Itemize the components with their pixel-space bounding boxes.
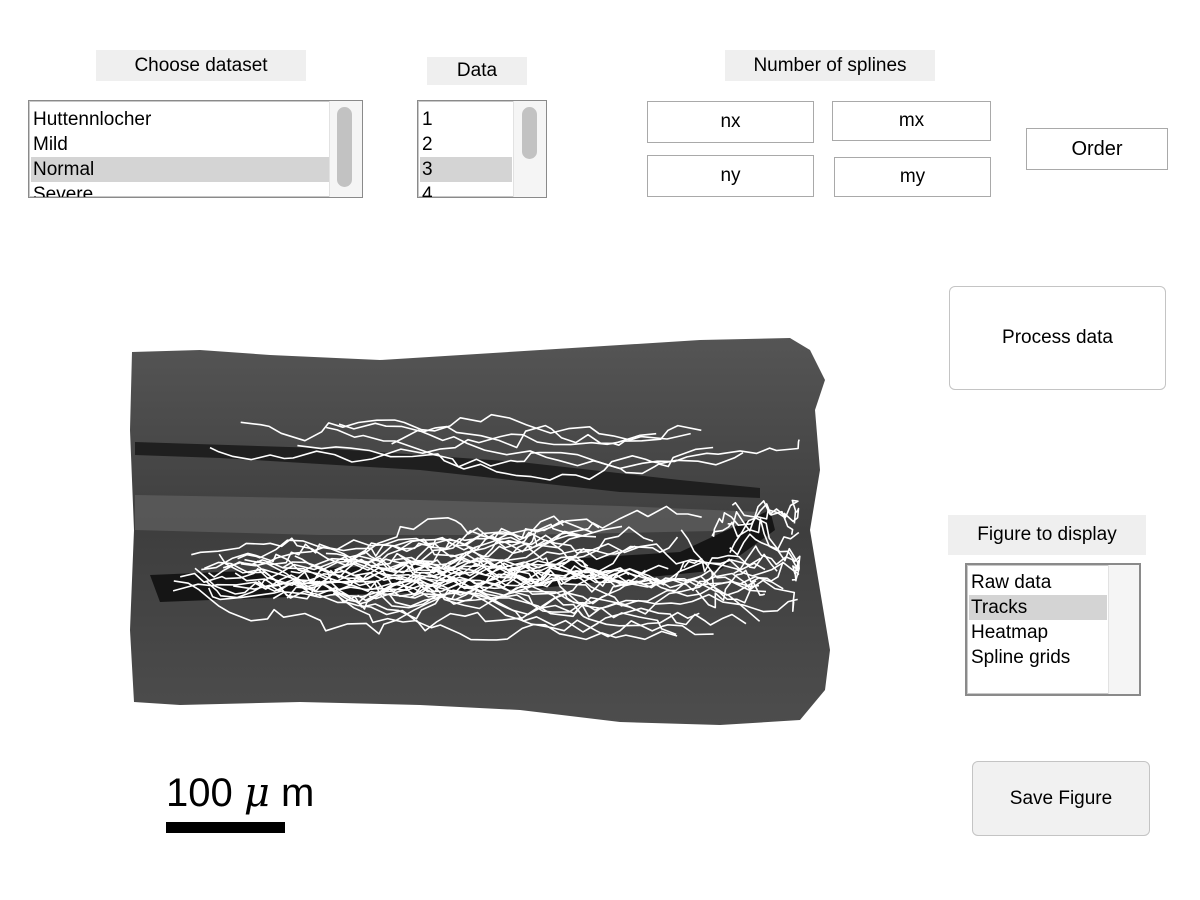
dataset-scrollbar-thumb[interactable]	[337, 107, 352, 187]
figure-item-raw-data[interactable]: Raw data	[969, 570, 1107, 595]
figure-item-spline-grids[interactable]: Spline grids	[969, 645, 1107, 670]
data-label: Data	[427, 57, 527, 85]
figure-item-heatmap[interactable]: Heatmap	[969, 620, 1107, 645]
data-listbox[interactable]: 1 2 3 4	[417, 100, 547, 198]
data-scrollbar[interactable]	[513, 101, 546, 197]
data-items: 1 2 3 4	[420, 107, 512, 197]
number-of-splines-label: Number of splines	[725, 50, 935, 81]
dataset-item-huttennlocher[interactable]: Huttennlocher	[31, 107, 340, 132]
data-scrollbar-thumb[interactable]	[522, 107, 537, 159]
scale-bar	[166, 822, 285, 833]
data-item-2[interactable]: 2	[420, 132, 512, 157]
scale-unit: m	[281, 771, 315, 815]
data-item-3[interactable]: 3	[420, 157, 512, 182]
process-data-button[interactable]: Process data	[949, 286, 1166, 390]
mx-field[interactable]: mx	[832, 101, 991, 141]
scale-bar-label: 100 μ m	[166, 770, 314, 816]
figure-items: Raw data Tracks Heatmap Spline grids	[969, 570, 1107, 670]
figure-scrollbar[interactable]	[1108, 565, 1139, 694]
order-field[interactable]: Order	[1026, 128, 1168, 170]
nx-field[interactable]: nx	[647, 101, 814, 143]
ny-field[interactable]: ny	[647, 155, 814, 197]
figure-item-tracks[interactable]: Tracks	[969, 595, 1107, 620]
scale-mu: μ	[243, 770, 270, 816]
dataset-items: Huttennlocher Mild Normal Severe	[31, 107, 340, 197]
my-field[interactable]: my	[834, 157, 991, 197]
dataset-item-mild[interactable]: Mild	[31, 132, 340, 157]
dataset-listbox[interactable]: Huttennlocher Mild Normal Severe	[28, 100, 363, 198]
save-figure-button[interactable]: Save Figure	[972, 761, 1150, 836]
dataset-item-severe[interactable]: Severe	[31, 182, 340, 197]
dataset-scrollbar[interactable]	[329, 101, 362, 197]
figure-listbox[interactable]: Raw data Tracks Heatmap Spline grids	[965, 563, 1141, 696]
figure-to-display-label: Figure to display	[948, 515, 1146, 555]
data-item-4[interactable]: 4	[420, 182, 512, 197]
dataset-item-normal[interactable]: Normal	[31, 157, 340, 182]
choose-dataset-label: Choose dataset	[96, 50, 306, 81]
scale-number: 100	[166, 771, 233, 815]
microscopy-image	[130, 338, 830, 725]
data-item-1[interactable]: 1	[420, 107, 512, 132]
